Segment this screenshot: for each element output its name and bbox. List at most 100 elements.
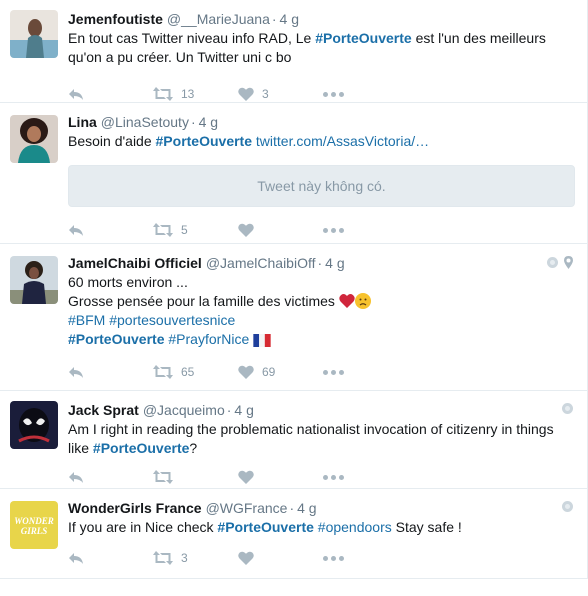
fullname[interactable]: Jack Sprat (68, 401, 139, 419)
tweet[interactable]: JamelChaibi Officiel @JamelChaibiOff · 4… (0, 244, 587, 391)
reply-icon (69, 553, 83, 564)
text-segment: ? (189, 440, 198, 456)
like-button[interactable] (238, 470, 323, 484)
heart-icon (238, 223, 254, 237)
fullname[interactable]: WonderGirls France (68, 499, 202, 517)
username[interactable]: @__MarieJuana (167, 10, 270, 28)
text-line: 60 morts environ ... (68, 274, 188, 290)
retweet-button[interactable]: 65 (153, 365, 238, 379)
tweet-timeline: Jemenfoutiste @__MarieJuana · 4 g En tou… (0, 0, 588, 579)
heart-icon (238, 551, 254, 565)
tweet-meta-icons (547, 256, 573, 269)
tweet-actions: 3 (68, 541, 575, 575)
timestamp[interactable]: 4 g (199, 113, 218, 131)
text-segment: If you are in Nice check (68, 519, 218, 535)
more-button[interactable] (323, 227, 344, 233)
location-pin-icon[interactable] (564, 256, 573, 269)
globe-icon (547, 257, 558, 268)
retweet-button[interactable] (153, 470, 238, 484)
hashtag-link[interactable]: #PorteOuverte (68, 331, 164, 347)
worried-face-emoji-icon (354, 293, 371, 309)
username[interactable]: @JamelChaibiOff (206, 254, 316, 272)
reply-button[interactable] (68, 223, 153, 237)
timestamp[interactable]: 4 g (297, 499, 316, 517)
fullname[interactable]: Jemenfoutiste (68, 10, 163, 28)
username[interactable]: @LinaSetouty (101, 113, 189, 131)
more-button[interactable] (323, 555, 344, 561)
avatar[interactable] (10, 115, 58, 163)
url-link[interactable]: twitter.com/AssasVictoria/… (256, 133, 429, 149)
retweet-icon (153, 87, 173, 101)
hashtag-link[interactable]: #opendoors (318, 519, 392, 535)
tweet-actions: 65 69 (68, 355, 575, 389)
retweet-icon (153, 223, 173, 237)
retweet-icon (153, 551, 173, 565)
tweet-header: JamelChaibi Officiel @JamelChaibiOff · 4… (68, 254, 575, 272)
hashtag-link[interactable]: #portesouvertesnice (109, 312, 235, 328)
tweet-text: 60 morts environ ... Grosse pensée pour … (68, 273, 575, 349)
tweet-text: En tout cas Twitter niveau info RAD, Le … (68, 29, 575, 67)
avatar[interactable]: WONDER GIRLS (10, 501, 58, 549)
reply-icon (69, 225, 83, 236)
like-count: 69 (262, 365, 276, 379)
hashtag-link[interactable]: #PorteOuverte (315, 30, 411, 46)
reply-button[interactable] (68, 365, 153, 379)
retweet-button[interactable]: 3 (153, 551, 238, 565)
tweet[interactable]: Jack Sprat @Jacqueimo · 4 g Am I right i… (0, 391, 587, 489)
tweet[interactable]: Jemenfoutiste @__MarieJuana · 4 g En tou… (0, 0, 587, 103)
retweet-icon (153, 365, 173, 379)
red-heart-emoji-icon (339, 294, 355, 308)
fullname[interactable]: JamelChaibi Officiel (68, 254, 202, 272)
avatar[interactable] (10, 10, 58, 58)
reply-button[interactable] (68, 470, 153, 484)
tweet-header: Jack Sprat @Jacqueimo · 4 g (68, 401, 575, 419)
retweet-count: 5 (181, 223, 188, 237)
tweet-text: Besoin d'aide #PorteOuverte twitter.com/… (68, 132, 575, 151)
avatar[interactable] (10, 256, 58, 304)
reply-button[interactable] (68, 87, 153, 101)
tweet[interactable]: Lina @LinaSetouty · 4 g Besoin d'aide #P… (0, 103, 587, 244)
username[interactable]: @WGFrance (206, 499, 288, 517)
france-flag-emoji-icon (253, 334, 271, 347)
timestamp[interactable]: 4 g (280, 10, 299, 28)
like-button[interactable] (238, 551, 323, 565)
tweet-meta-icons (562, 501, 573, 512)
globe-icon (562, 501, 573, 512)
more-button[interactable] (323, 474, 344, 480)
text-segment: En tout cas Twitter niveau info RAD, Le (68, 30, 316, 46)
hashtag-link[interactable]: #PorteOuverte (93, 440, 189, 456)
hashtag-link[interactable]: #BFM (68, 312, 105, 328)
withheld-notice: Tweet này không có. (68, 165, 575, 207)
retweet-count: 3 (181, 551, 188, 565)
retweet-icon (153, 470, 173, 484)
more-button[interactable] (323, 91, 344, 97)
tweet-text: Am I right in reading the problematic na… (68, 420, 575, 458)
timestamp[interactable]: 4 g (325, 254, 344, 272)
text-line: Grosse pensée pour la famille des victim… (68, 292, 575, 311)
like-button[interactable]: 3 (238, 87, 323, 101)
avatar-logo-text: WONDER (14, 516, 54, 526)
retweet-count: 65 (181, 365, 195, 379)
username[interactable]: @Jacqueimo (143, 401, 225, 419)
timestamp[interactable]: 4 g (234, 401, 253, 419)
more-button[interactable] (323, 369, 344, 375)
hashtag-link[interactable]: #PorteOuverte (217, 519, 313, 535)
text-line: #BFM #portesouvertesnice (68, 311, 575, 330)
tweet-header: Jemenfoutiste @__MarieJuana · 4 g (68, 10, 575, 28)
text-segment: Stay safe ! (391, 519, 462, 535)
like-button[interactable]: 69 (238, 365, 323, 379)
like-button[interactable] (238, 223, 323, 237)
hashtag-link[interactable]: #PorteOuverte (156, 133, 252, 149)
heart-icon (238, 365, 254, 379)
reply-button[interactable] (68, 551, 153, 565)
reply-icon (69, 89, 83, 100)
heart-icon (238, 470, 254, 484)
tweet-meta-icons (562, 403, 573, 414)
retweet-button[interactable]: 13 (153, 87, 238, 101)
retweet-button[interactable]: 5 (153, 223, 238, 237)
tweet[interactable]: WONDER GIRLS WonderGirls France @WGFranc… (0, 489, 587, 579)
avatar[interactable] (10, 401, 58, 449)
fullname[interactable]: Lina (68, 113, 97, 131)
hashtag-link[interactable]: #PrayforNice (168, 331, 249, 347)
tweet-header: Lina @LinaSetouty · 4 g (68, 113, 575, 131)
